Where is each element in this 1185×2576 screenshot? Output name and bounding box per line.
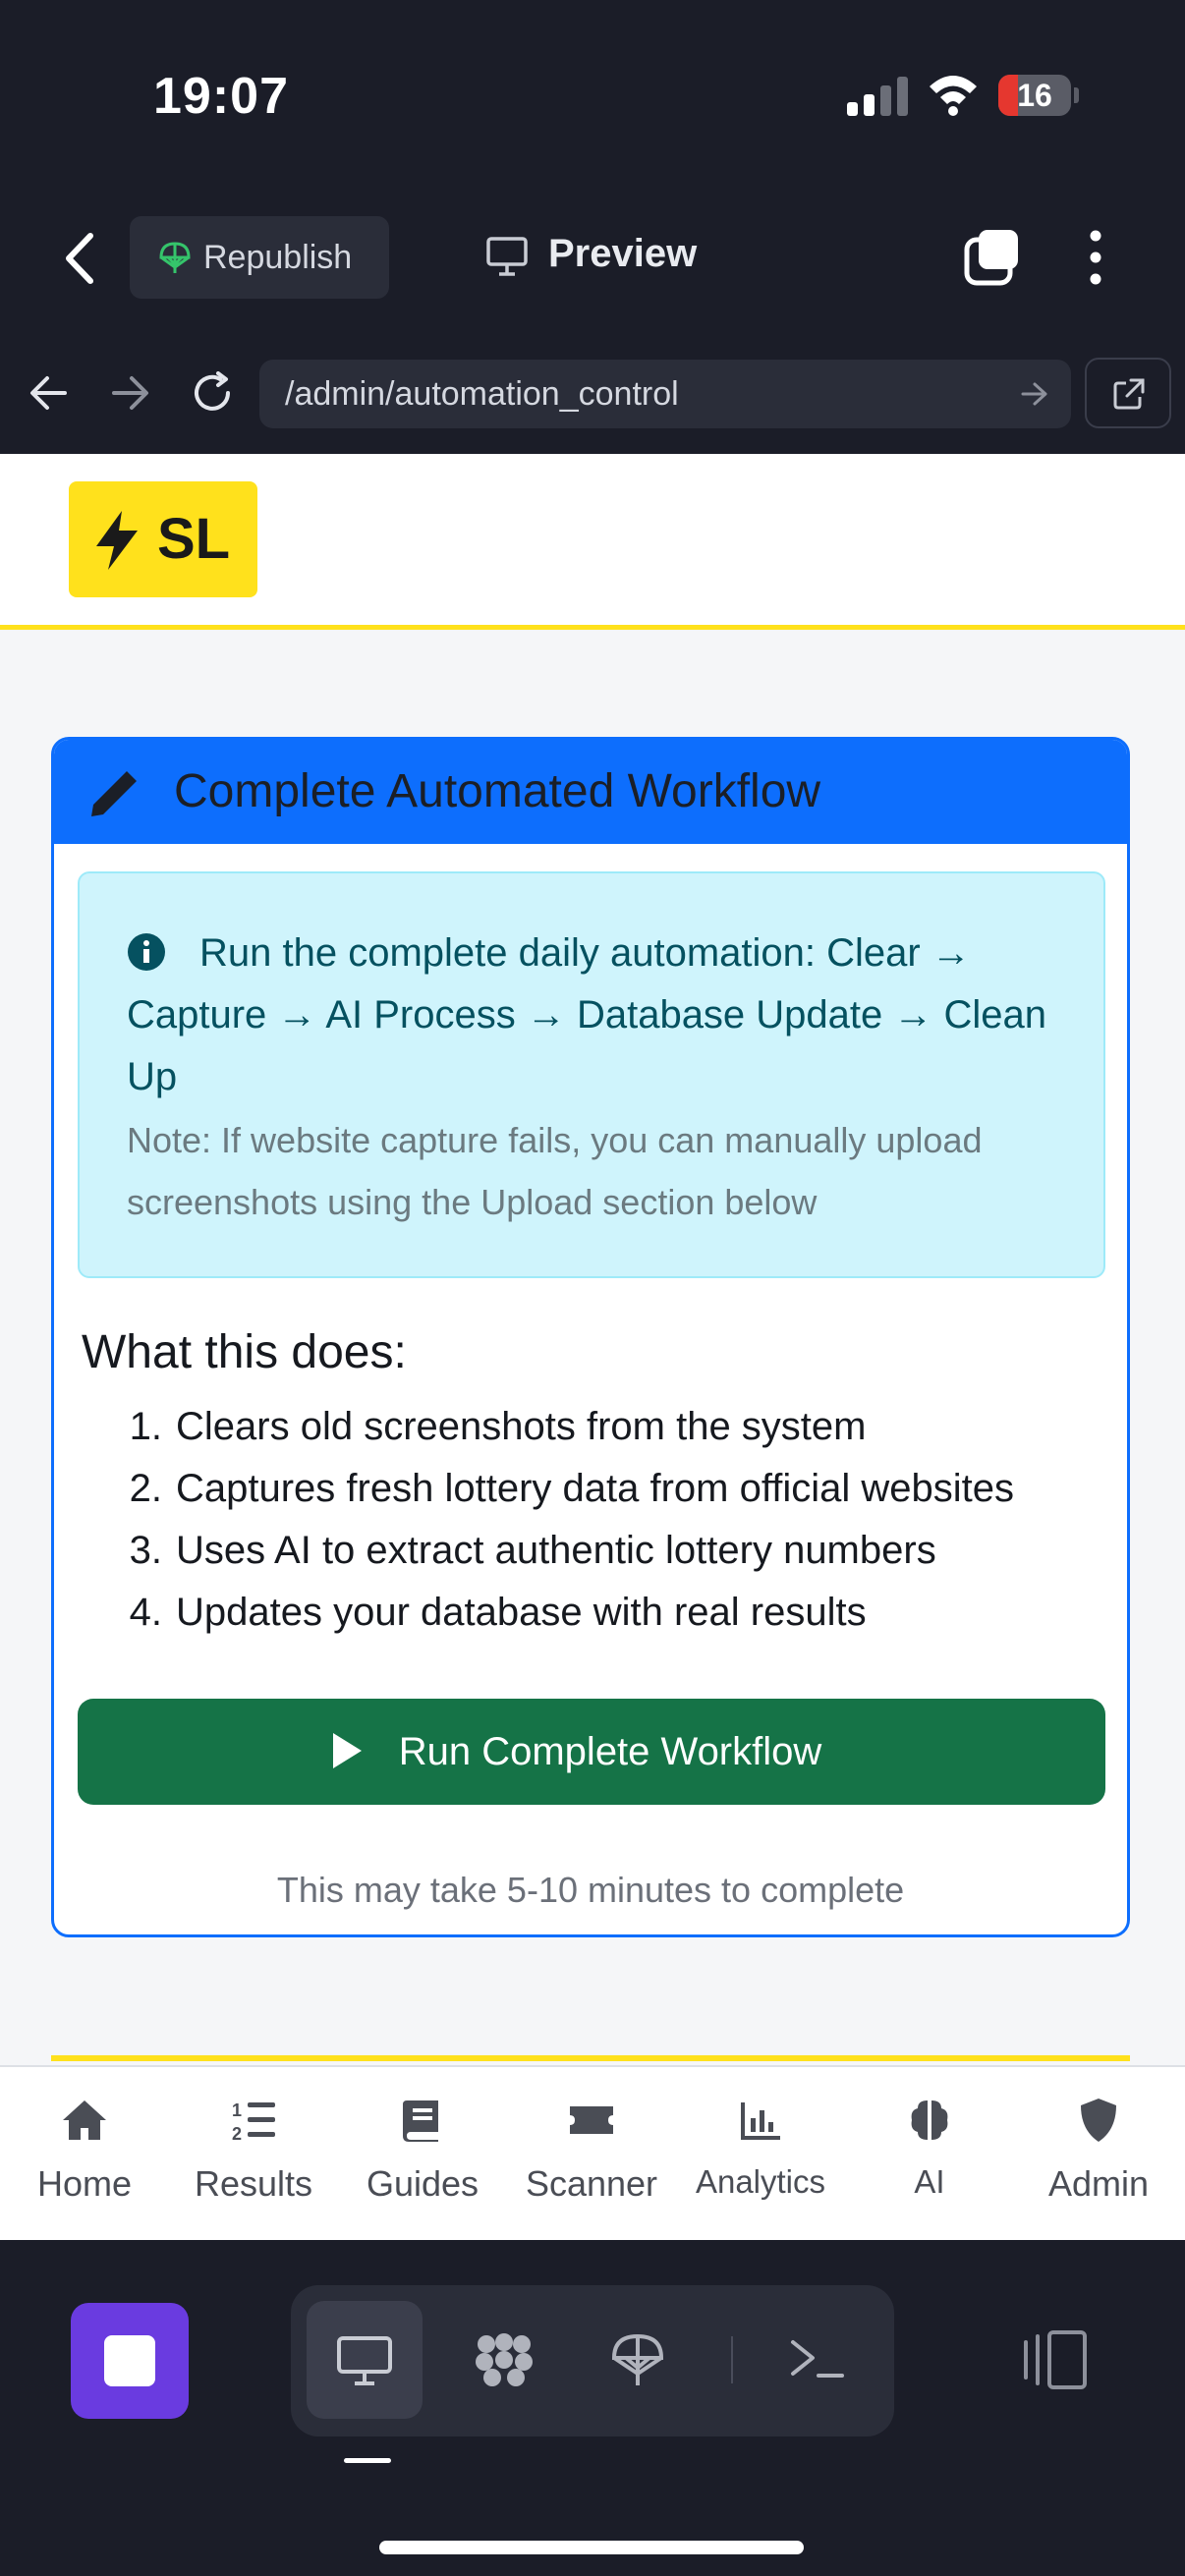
more-options-icon[interactable]: [1085, 228, 1106, 287]
pencil-icon: [91, 771, 137, 816]
divider: [731, 2336, 733, 2383]
tool-switcher: [291, 2285, 894, 2436]
nav-scanner[interactable]: Scanner: [507, 2067, 676, 2240]
nav-ai[interactable]: AI: [845, 2067, 1014, 2240]
republish-label: Republish: [203, 239, 353, 276]
svg-text:2: 2: [232, 2124, 242, 2144]
list-item: 2. Captures fresh lottery data from offic…: [129, 1467, 1014, 1510]
deploy-icon: [611, 2333, 664, 2385]
republish-button[interactable]: Republish: [130, 216, 389, 299]
battery-level: 16: [1017, 78, 1052, 113]
logo-text: SL: [157, 507, 231, 571]
battery-indicator: 16: [998, 75, 1079, 116]
tool-agent[interactable]: [446, 2301, 562, 2419]
tool-shell[interactable]: [759, 2301, 875, 2419]
tabs-switcher-icon[interactable]: [963, 228, 1022, 287]
reload-icon[interactable]: [191, 371, 234, 415]
nav-admin[interactable]: Admin: [1014, 2067, 1183, 2240]
browser-forward-icon[interactable]: [110, 373, 151, 413]
cellular-signal-icon: [847, 77, 908, 116]
list-ol-icon: 1 2: [232, 2100, 275, 2144]
bottom-nav: Home 1 2 Results Guides Scanner Analytic…: [0, 2065, 1185, 2240]
stop-button[interactable]: [71, 2303, 189, 2419]
run-workflow-label: Run Complete Workflow: [398, 1730, 822, 1773]
shield-icon: [1081, 2099, 1116, 2142]
monitor-icon: [337, 2336, 392, 2385]
alert-note: Note: If website capture fails, you can …: [127, 1120, 983, 1222]
terminal-icon: [791, 2340, 844, 2378]
agent-icon: [476, 2333, 533, 2386]
nav-analytics[interactable]: Analytics: [676, 2067, 845, 2240]
back-chevron-icon[interactable]: [61, 232, 100, 285]
url-input[interactable]: /admin/automation_control: [259, 360, 1071, 428]
url-text: /admin/automation_control: [285, 375, 679, 413]
next-card-edge: [51, 2055, 1130, 2061]
chart-line-icon: [741, 2102, 780, 2140]
card-title: Complete Automated Workflow: [174, 765, 821, 817]
stop-icon: [104, 2335, 155, 2386]
list-item: 1. Clears old screenshots from the system: [129, 1405, 867, 1448]
home-indicator: [379, 2541, 804, 2554]
run-duration-note: This may take 5-10 minutes to complete: [276, 1870, 905, 1910]
info-alert: Run the complete daily automation: Clear…: [78, 871, 1105, 1278]
card-header: Complete Automated Workflow: [54, 740, 1127, 844]
svg-text:1: 1: [232, 2100, 242, 2120]
run-workflow-button[interactable]: Run Complete Workflow: [78, 1699, 1105, 1805]
info-circle-icon: [128, 933, 165, 971]
home-icon: [63, 2100, 106, 2140]
deploy-icon: [159, 242, 191, 273]
preview-tab[interactable]: Preview: [548, 232, 697, 276]
book-icon: [403, 2100, 438, 2142]
browser-back-icon[interactable]: [28, 373, 69, 413]
list-item: 3. Uses AI to extract authentic lottery n…: [129, 1529, 936, 1572]
go-arrow-icon[interactable]: [1020, 380, 1049, 408]
monitor-icon: [486, 237, 528, 276]
tool-preview[interactable]: [307, 2301, 423, 2419]
steps-list: 1. Clears old screenshots from the system…: [82, 1396, 1014, 1644]
alert-text: Run the complete daily automation: Clear…: [127, 931, 1047, 1098]
bolt-icon: [96, 511, 138, 570]
nav-home[interactable]: Home: [0, 2067, 169, 2240]
workflow-card: Complete Automated Workflow Run the comp…: [51, 737, 1130, 1937]
ticket-icon: [570, 2106, 613, 2134]
status-time: 19:07: [153, 68, 289, 125]
wifi-icon: [930, 76, 977, 116]
section-heading: What this does:: [82, 1326, 407, 1378]
brain-icon: [911, 2100, 948, 2140]
open-external-button[interactable]: [1085, 358, 1171, 428]
web-preview: SL Complete Automated Workflow Run the c…: [0, 454, 1185, 2240]
list-item: 4. Updates your database with real result…: [129, 1591, 867, 1634]
external-link-icon: [1113, 378, 1145, 410]
tool-deploy[interactable]: [580, 2301, 696, 2419]
nav-results[interactable]: 1 2 Results: [169, 2067, 338, 2240]
active-tool-indicator: [344, 2458, 391, 2463]
nav-guides[interactable]: Guides: [338, 2067, 507, 2240]
layout-toggle-icon[interactable]: [1018, 2328, 1089, 2391]
site-header: SL: [0, 454, 1185, 630]
site-logo[interactable]: SL: [69, 481, 257, 597]
